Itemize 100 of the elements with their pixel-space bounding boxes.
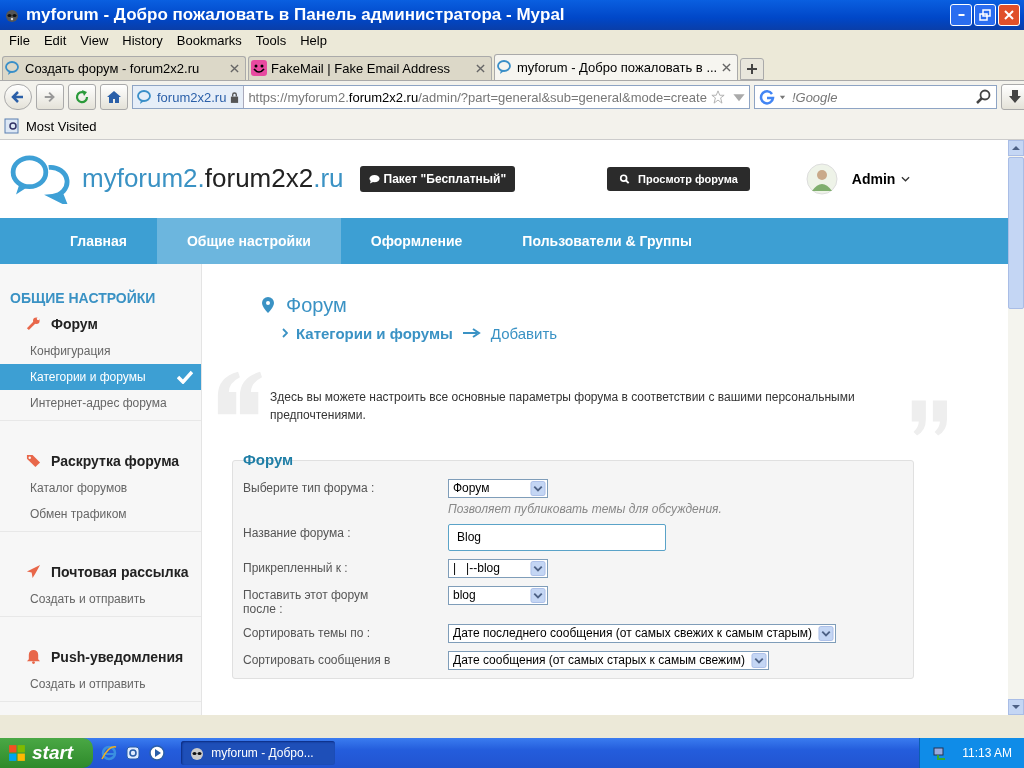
section-title: Почтовая рассылка bbox=[51, 563, 189, 580]
start-button[interactable]: start bbox=[0, 738, 94, 768]
view-forum-button[interactable]: Просмотр форума bbox=[607, 166, 750, 191]
caret-icon[interactable] bbox=[778, 93, 786, 101]
site-name[interactable]: myforum2.forum2x2.ru bbox=[82, 163, 344, 195]
close-button[interactable] bbox=[998, 3, 1020, 26]
sidebar-item[interactable]: Создать и отправить bbox=[0, 670, 201, 697]
tags-icon bbox=[26, 453, 41, 469]
plus-icon bbox=[746, 62, 758, 75]
map-pin-icon bbox=[262, 297, 274, 314]
menu-item[interactable]: Help bbox=[293, 33, 334, 49]
sidebar-item[interactable]: Интернет-адрес форума bbox=[0, 389, 201, 416]
scrollbar[interactable] bbox=[1008, 139, 1024, 716]
minimize-button[interactable] bbox=[950, 3, 972, 26]
close-icon bbox=[1003, 8, 1015, 21]
speech-bubble-icon bbox=[368, 173, 380, 184]
user-menu[interactable]: Admin bbox=[851, 170, 911, 187]
checkmark-icon bbox=[177, 369, 193, 384]
field-hint: Позволяет публиковать темы для обсуждения. bbox=[448, 501, 722, 516]
new-tab-button[interactable] bbox=[740, 57, 764, 80]
description-text: Здесь вы можете настроить все основные параметры форума в соответствии с вашими персональными предпочтениями. bbox=[270, 388, 856, 424]
bookmark-item[interactable]: Most Visited bbox=[4, 118, 97, 135]
close-icon[interactable] bbox=[476, 63, 485, 73]
section-title: Раскрутка форума bbox=[51, 452, 180, 469]
menu-item[interactable]: Bookmarks bbox=[169, 33, 249, 49]
back-button[interactable] bbox=[4, 84, 32, 111]
menu-item[interactable]: Tools bbox=[248, 33, 294, 49]
browser-tab[interactable]: FakeMail | Fake Email Address bbox=[248, 55, 492, 80]
field-label: Название форума : bbox=[243, 524, 352, 540]
search-engine-icon[interactable] bbox=[758, 89, 775, 106]
lock-icon bbox=[230, 91, 240, 103]
reload-button[interactable] bbox=[68, 84, 96, 111]
menu-item[interactable]: Edit bbox=[36, 33, 74, 49]
speech-bubble-icon bbox=[497, 59, 513, 76]
field-label: Прикрепленный к : bbox=[243, 559, 349, 575]
forward-button[interactable] bbox=[36, 84, 64, 111]
address-bar[interactable]: forum2x2.ru https://myforum2.forum2x2.ru/admin/?part=general&sub=general&mode=create bbox=[132, 85, 750, 110]
close-icon[interactable] bbox=[722, 62, 731, 72]
media-player-icon[interactable] bbox=[149, 745, 166, 761]
field-label: Выберите тип форума : bbox=[243, 479, 376, 495]
page-title: Форум bbox=[286, 293, 347, 317]
chevron-icon bbox=[282, 328, 288, 339]
forward-arrow-icon bbox=[43, 90, 57, 105]
menu-item[interactable]: File bbox=[2, 33, 37, 49]
section-title: Push-уведомления bbox=[51, 648, 184, 665]
search-icon bbox=[619, 173, 631, 184]
plan-badge[interactable]: Пакет "Бесплатный" bbox=[359, 165, 516, 192]
dropdown[interactable]: blog bbox=[448, 585, 548, 605]
paper-plane-icon bbox=[26, 564, 41, 580]
minimize-icon bbox=[957, 13, 965, 16]
browser-tab[interactable]: myforum - Добро пожаловать в ... bbox=[494, 53, 738, 80]
home-icon bbox=[106, 89, 122, 106]
field-label: Поставить этот форум после : bbox=[243, 586, 370, 616]
field-label: Сортировать сообщения в bbox=[243, 651, 392, 667]
dropdown[interactable]: Дате сообщения (от самых старых к самым свежим) bbox=[448, 650, 770, 670]
speech-bubbles-logo bbox=[10, 153, 72, 204]
url-text: https://myforum2.forum2x2.ru/admin/?part=general&sub=general&mode=create bbox=[248, 89, 707, 105]
speech-bubble-icon bbox=[137, 89, 153, 106]
browser-icon[interactable] bbox=[101, 745, 118, 761]
form-legend: Форум bbox=[243, 450, 294, 468]
sidebar-item[interactable]: Конфигурация bbox=[0, 337, 201, 364]
close-icon[interactable] bbox=[230, 63, 239, 73]
avatar-icon bbox=[805, 162, 838, 195]
menu-item[interactable]: View bbox=[73, 33, 116, 49]
wrench-icon bbox=[26, 316, 41, 332]
search-icon[interactable] bbox=[975, 89, 992, 106]
dropdown[interactable]: Дате последнего сообщения (от самых свежих к самым старым) bbox=[448, 623, 837, 643]
sidebar-item[interactable]: Создать и отправить bbox=[0, 585, 201, 612]
sidebar-title: ОБЩИЕ НАСТРОЙКИ bbox=[9, 289, 157, 306]
window-title: myforum - Добро пожаловать в Панель администратора - Mypal bbox=[26, 4, 566, 25]
bell-icon bbox=[26, 649, 41, 665]
scroll-down-icon[interactable] bbox=[1012, 704, 1020, 711]
restore-button[interactable] bbox=[974, 3, 996, 26]
section-title: Форум bbox=[51, 315, 98, 332]
download-button[interactable] bbox=[1000, 84, 1024, 111]
speech-bubble-icon bbox=[5, 60, 21, 77]
search-field[interactable]: !Google bbox=[753, 85, 997, 110]
reload-icon bbox=[74, 89, 90, 106]
chevron-down-icon bbox=[901, 175, 911, 182]
forum-name-field[interactable]: Blog bbox=[448, 523, 666, 551]
arrow-icon bbox=[462, 328, 481, 339]
bookmark-star-icon[interactable] bbox=[710, 90, 725, 105]
scroll-up-icon[interactable] bbox=[1012, 144, 1020, 151]
site-domain: forum2x2.ru bbox=[157, 89, 227, 105]
sidebar-item[interactable]: Каталог форумов bbox=[0, 474, 201, 501]
field-label: Сортировать темы по : bbox=[243, 624, 372, 640]
raccoon-icon bbox=[189, 745, 206, 761]
taskbar-window-button[interactable]: myforum - Добро... bbox=[181, 741, 336, 765]
sidebar-item[interactable]: Обмен трафиком bbox=[0, 500, 201, 527]
dropdown[interactable]: | |--blog bbox=[448, 558, 548, 578]
site-identity[interactable]: forum2x2.ru bbox=[133, 86, 245, 109]
smiley-icon bbox=[251, 60, 267, 77]
dropdown[interactable]: Форум bbox=[448, 478, 548, 498]
browser-tab[interactable]: Создать форум - forum2x2.ru bbox=[2, 55, 246, 80]
restore-icon bbox=[979, 8, 991, 21]
clock: 11:13 AM bbox=[962, 746, 1012, 760]
bookmark-folder-icon bbox=[4, 118, 20, 135]
menu-item[interactable]: History bbox=[115, 33, 170, 49]
breadcrumb-link[interactable]: Добавить bbox=[490, 324, 558, 342]
home-button[interactable] bbox=[100, 84, 128, 111]
